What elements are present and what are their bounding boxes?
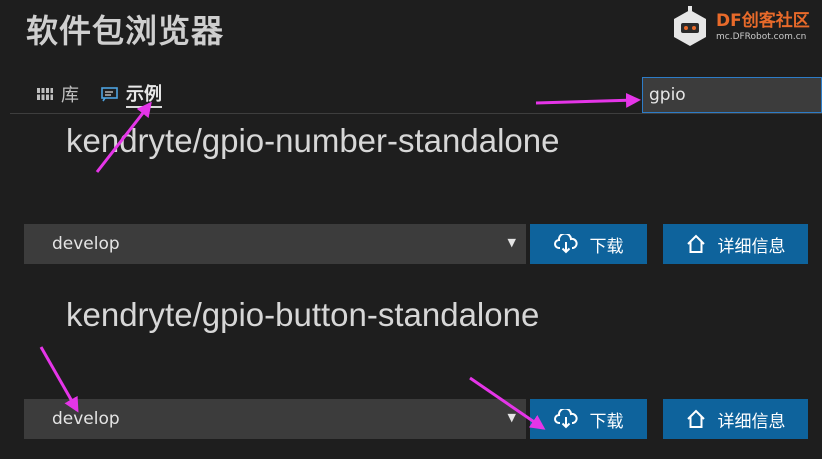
annotation-arrow xyxy=(535,92,641,108)
version-select-value: develop xyxy=(52,409,120,429)
details-button[interactable]: 详细信息 xyxy=(663,224,808,264)
dropdown-arrow-icon: ▼ xyxy=(507,411,516,424)
library-icon xyxy=(37,88,53,100)
logo-url: mc.DFRobot.com.cn xyxy=(716,32,807,42)
home-icon xyxy=(686,234,705,253)
version-select[interactable]: develop ▼ xyxy=(24,224,526,264)
header-divider xyxy=(10,113,822,114)
details-button-label: 详细信息 xyxy=(717,236,786,257)
page-title: 软件包浏览器 xyxy=(26,12,225,50)
details-button-label: 详细信息 xyxy=(717,411,786,432)
tab-examples[interactable]: 示例 xyxy=(101,80,162,108)
search-input[interactable] xyxy=(642,77,822,113)
package-name: kendryte/gpio-button-standalone xyxy=(66,296,540,333)
example-icon xyxy=(101,87,118,102)
tab-library-label: 库 xyxy=(61,85,79,106)
download-button[interactable]: 下载 xyxy=(530,224,647,264)
cloud-download-icon xyxy=(553,234,578,254)
cloud-download-icon xyxy=(553,409,578,429)
download-button-label: 下载 xyxy=(589,411,624,432)
tab-bar: 库 示例 xyxy=(36,80,162,108)
details-button[interactable]: 详细信息 xyxy=(663,399,808,439)
home-icon xyxy=(686,409,705,428)
robot-logo-icon xyxy=(674,6,706,46)
dfrobot-logo: DF创客社区 mc.DFRobot.com.cn xyxy=(668,4,818,52)
download-button-label: 下载 xyxy=(589,236,624,257)
version-select-value: develop xyxy=(52,234,120,254)
download-button[interactable]: 下载 xyxy=(530,399,647,439)
tab-library[interactable]: 库 xyxy=(36,80,79,108)
dropdown-arrow-icon: ▼ xyxy=(507,236,516,249)
version-select[interactable]: develop ▼ xyxy=(24,399,526,439)
logo-brand: DF创客社区 xyxy=(716,11,810,31)
package-name: kendryte/gpio-number-standalone xyxy=(66,122,560,159)
tab-examples-label: 示例 xyxy=(126,80,162,108)
